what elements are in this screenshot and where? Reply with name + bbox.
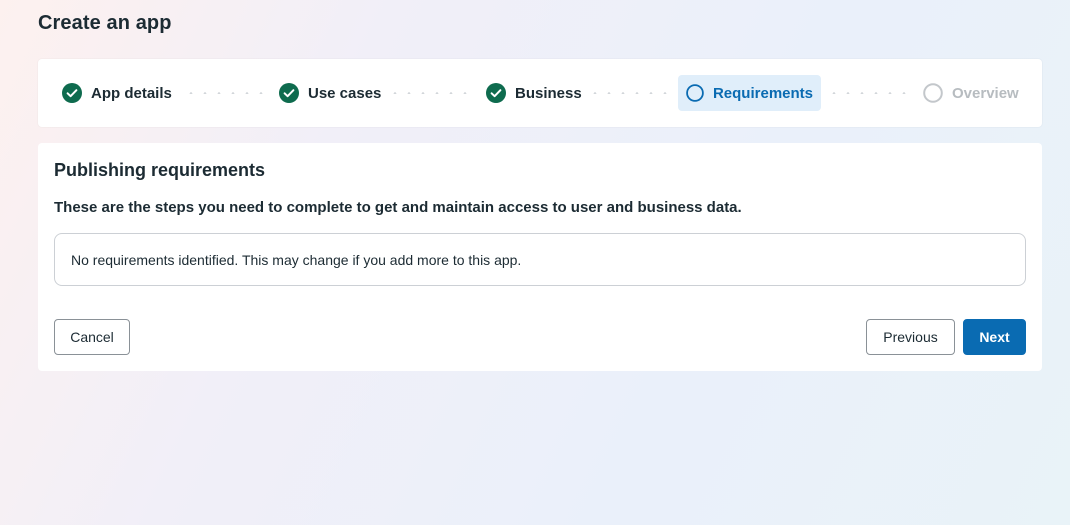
empty-message: No requirements identified. This may cha… [71, 251, 522, 268]
section-title: Publishing requirements [54, 160, 266, 180]
previous-button[interactable]: Previous [866, 319, 955, 355]
step-use-cases: Use cases [279, 75, 381, 111]
step-business: Business [486, 75, 582, 111]
step-label: Business [515, 84, 582, 102]
stepper: App details Use cases Business Requireme… [38, 59, 1042, 127]
page-title: Create an app [38, 12, 172, 34]
step-label: Requirements [712, 84, 813, 102]
check-circle-icon [62, 83, 82, 103]
step-overview: Overview [923, 75, 1019, 111]
step-connector [588, 92, 674, 94]
cancel-button[interactable]: Cancel [54, 319, 130, 355]
next-button[interactable]: Next [963, 319, 1026, 355]
requirements-empty-notice: No requirements identified. This may cha… [54, 233, 1026, 286]
empty-circle-icon [686, 84, 704, 102]
step-connector [388, 92, 474, 94]
section-description: These are the steps you need to complete… [54, 199, 742, 216]
requirements-card: Publishing requirements These are the st… [38, 143, 1042, 371]
check-circle-icon [279, 83, 299, 103]
step-connector [184, 92, 268, 94]
step-app-details: App details [62, 75, 172, 111]
step-label: Use cases [308, 84, 382, 102]
step-requirements: Requirements [678, 75, 821, 111]
step-label: App details [91, 84, 172, 102]
step-label: Overview [952, 84, 1019, 102]
empty-circle-icon [923, 83, 943, 103]
step-connector [827, 92, 911, 94]
check-circle-icon [486, 83, 506, 103]
